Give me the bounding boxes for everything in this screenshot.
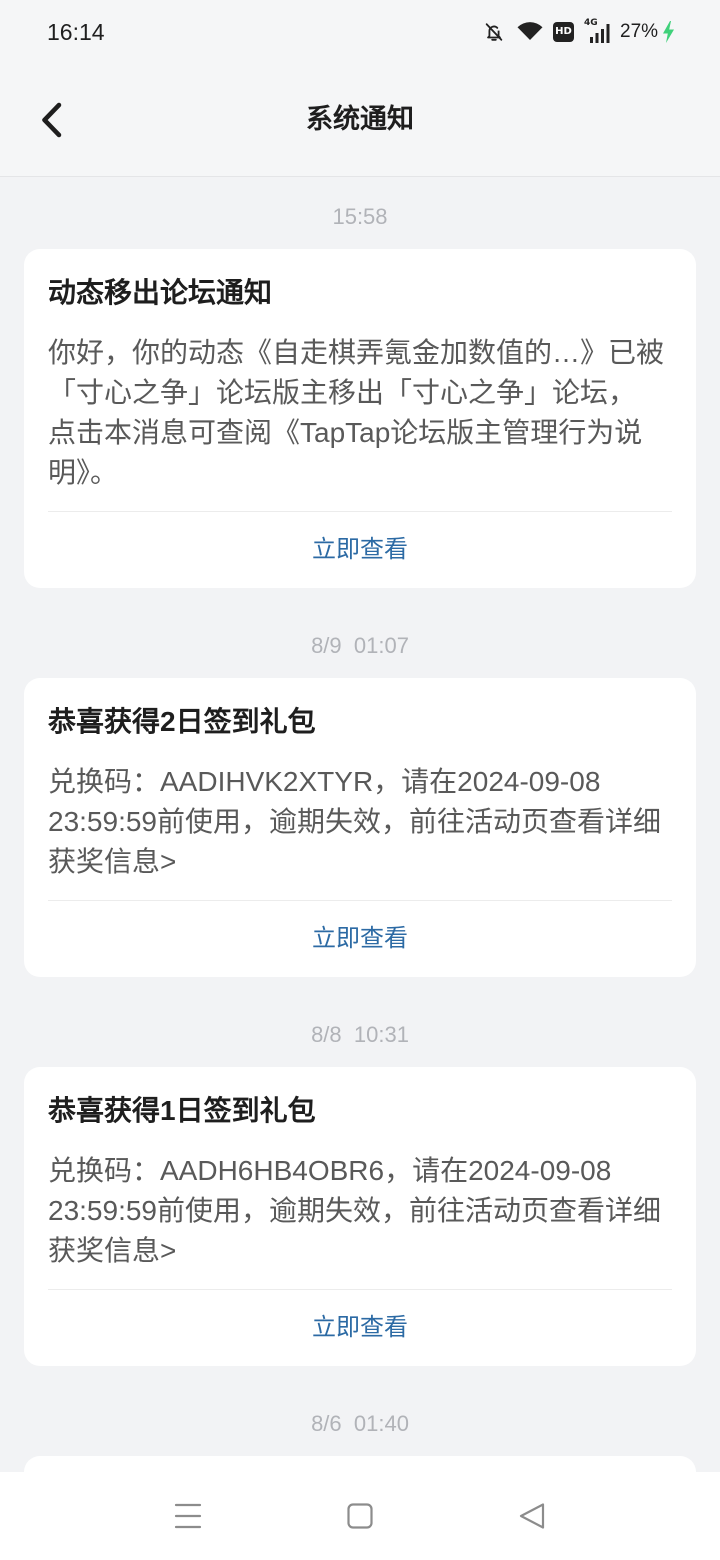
notification-body-line: 23:59:59前使用，逾期失效，前往活动页查看详细 <box>48 1195 661 1226</box>
bell-off-icon <box>483 21 505 43</box>
notification-group: 8/9 01:07 恭喜获得2日签到礼包 兑换码：AADIHVK2XTYR，请在… <box>24 606 696 977</box>
notification-group: 8/8 10:31 恭喜获得1日签到礼包 兑换码：AADH6HB4OBR6，请在… <box>24 995 696 1366</box>
notification-time: 15:58 <box>332 204 388 229</box>
notification-body-line: 23:59:59前使用，逾期失效，前往活动页查看详细 <box>48 806 661 837</box>
notification-list[interactable]: 15:58 动态移出论坛通知 你好，你的动态《自走棋弄氪金加数值的…》已被 「寸… <box>0 177 720 1472</box>
notification-body-line: 点击本消息可查阅《TapTap论坛版主管理行为说 <box>48 417 643 448</box>
status-bar: 16:14 HD 4G 27% <box>0 0 720 62</box>
back-triangle-icon[interactable] <box>518 1502 546 1530</box>
status-time: 16:14 <box>47 19 105 45</box>
notification-body-line: 兑换码：AADH6HB4OBR6，请在2024-09-08 <box>48 1155 612 1186</box>
view-now-button[interactable]: 立即查看 <box>48 901 672 977</box>
notification-body-line: 你好，你的动态《自走棋弄氪金加数值的…》已被 <box>48 337 665 368</box>
page-title: 系统通知 <box>306 104 414 134</box>
wifi-icon <box>515 19 545 43</box>
notification-card[interactable]: 恭喜获得1日签到礼包 兑换码：AADH6HB4OBR6，请在2024-09-08… <box>24 1067 696 1366</box>
battery-percent: 27% <box>620 21 659 42</box>
notification-time: 8/8 10:31 <box>311 1022 409 1047</box>
notification-title: 恭喜获得1日签到礼包 <box>48 1095 316 1126</box>
view-now-button[interactable]: 立即查看 <box>48 512 672 588</box>
hd-badge: HD <box>553 22 574 42</box>
notification-group: 15:58 动态移出论坛通知 你好，你的动态《自走棋弄氪金加数值的…》已被 「寸… <box>24 177 696 588</box>
notification-body-line: 兑换码：AADIHVK2XTYR，请在2024-09-08 <box>48 766 601 797</box>
notification-body-line: 获奖信息> <box>48 1235 177 1266</box>
notification-time: 8/6 01:40 <box>311 1411 409 1436</box>
notification-card[interactable]: 动态移出论坛通知 你好，你的动态《自走棋弄氪金加数值的…》已被 「寸心之争」论坛… <box>24 249 696 588</box>
notification-body-line: 明》。 <box>48 457 119 488</box>
back-button[interactable] <box>26 94 78 146</box>
notification-body: 兑换码：AADH6HB4OBR6，请在2024-09-08 23:59:59前使… <box>48 1151 672 1271</box>
view-now-button[interactable]: 立即查看 <box>48 1290 672 1366</box>
notification-time: 8/9 01:07 <box>311 633 409 658</box>
notification-body-line: 「寸心之争」论坛版主移出「寸心之争」论坛， <box>48 377 637 408</box>
notification-card[interactable]: 恭喜获得2日签到礼包 兑换码：AADIHVK2XTYR，请在2024-09-08… <box>24 678 696 977</box>
app-header: 系统通知 <box>0 62 720 177</box>
hd-label: HD <box>555 26 572 37</box>
signal-icon <box>590 24 610 43</box>
system-nav-bar <box>0 1472 720 1560</box>
home-icon[interactable] <box>347 1503 373 1529</box>
notification-body-line: 获奖信息> <box>48 846 177 877</box>
menu-icon[interactable] <box>174 1502 202 1530</box>
notification-title: 动态移出论坛通知 <box>48 277 273 308</box>
charging-bolt-icon <box>662 21 675 43</box>
notification-group: 8/6 01:40 <box>24 1384 696 1472</box>
chevron-left-icon <box>40 102 64 138</box>
notification-body: 你好，你的动态《自走棋弄氪金加数值的…》已被 「寸心之争」论坛版主移出「寸心之争… <box>48 333 672 493</box>
notification-card[interactable] <box>24 1456 696 1472</box>
notification-title: 恭喜获得2日签到礼包 <box>48 706 316 737</box>
notification-body: 兑换码：AADIHVK2XTYR，请在2024-09-08 23:59:59前使… <box>48 762 672 882</box>
